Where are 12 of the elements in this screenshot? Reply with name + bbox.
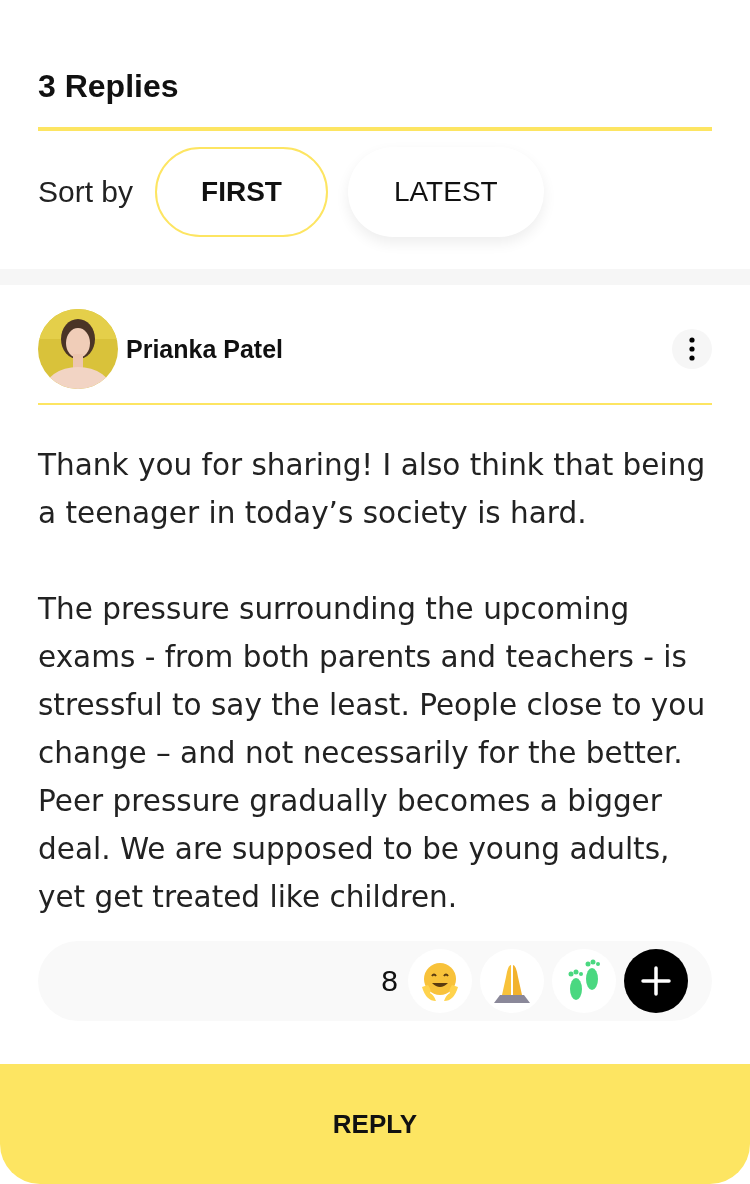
comment-paragraph: Thank you for sharing! I also think that being a teenager in today’s society is hard. bbox=[38, 447, 707, 532]
reply-button[interactable]: REPLY bbox=[0, 1064, 750, 1184]
plus-icon bbox=[641, 966, 671, 996]
sort-option[interactable]: LATEST bbox=[347, 147, 544, 237]
sort-label: Sort by bbox=[38, 175, 134, 209]
author-name: Prianka Patel bbox=[126, 334, 285, 364]
comment-paragraph: The pressure surrounding the upcoming exams - from both parents and teachers - is stressful to say the least. People close to you change – and not necessarily for the better. Peer pressure gradually becomes a bigger deal. We are supposed to be young adults, yet get treated like children. bbox=[38, 591, 707, 916]
more-options-icon bbox=[689, 337, 695, 361]
sort-option[interactable]: FIRST bbox=[155, 147, 328, 237]
replies-heading: 3 Replies bbox=[38, 68, 712, 131]
more-options-button[interactable] bbox=[672, 329, 712, 369]
reaction-count: 8 bbox=[381, 964, 398, 998]
